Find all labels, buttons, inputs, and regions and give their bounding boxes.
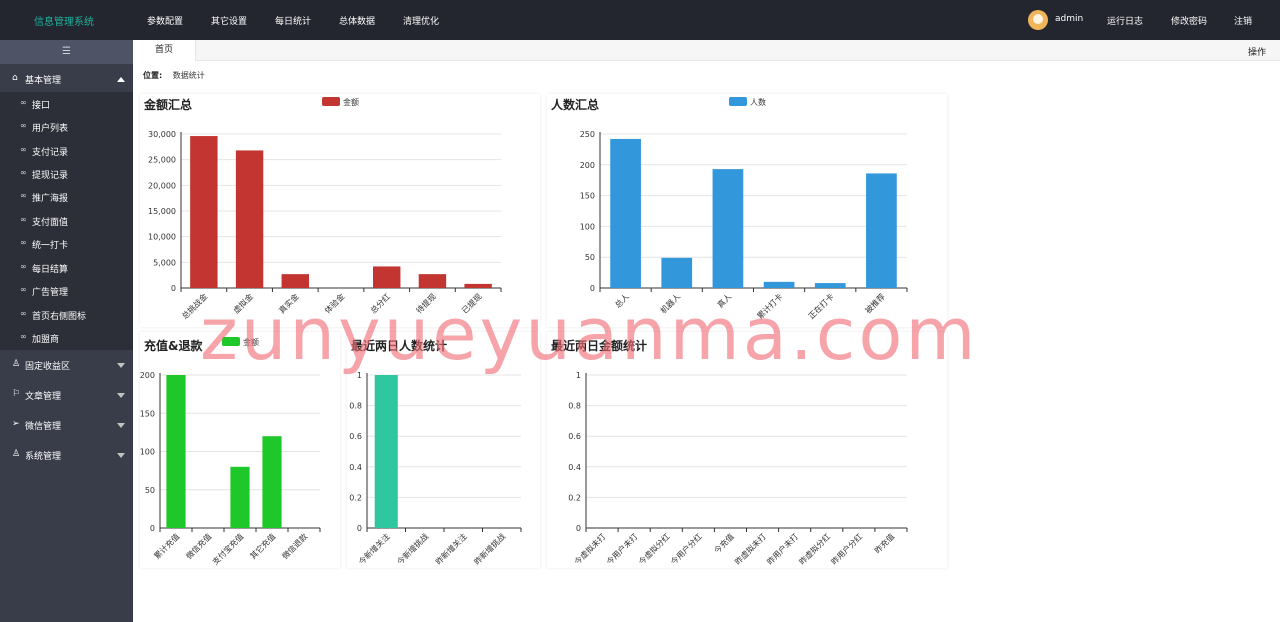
- x-tick-label: 昨虚拟未打: [733, 531, 768, 566]
- y-tick-label: 0.6: [568, 432, 581, 441]
- x-tick-label: 今充值: [712, 531, 736, 555]
- x-tick-label: 今虚拟分红: [636, 531, 671, 566]
- x-tick-label: 昨用户未打: [765, 531, 800, 566]
- y-tick-label: 0.8: [568, 402, 581, 411]
- watermark-text: zunyueyuanma.com: [200, 292, 979, 376]
- x-tick-label: 今用户未打: [604, 531, 639, 566]
- x-tick-label: 昨用户分红: [829, 531, 864, 566]
- y-tick-label: 0.4: [568, 463, 581, 472]
- x-tick-label: 今虚拟未打: [572, 531, 607, 566]
- x-tick-label: 昨虚拟分红: [797, 531, 832, 566]
- x-tick-label: 昨充值: [872, 531, 896, 555]
- y-tick-label: 0.2: [568, 493, 581, 502]
- y-tick-label: 0: [576, 524, 581, 533]
- x-tick-label: 今用户分红: [668, 531, 703, 566]
